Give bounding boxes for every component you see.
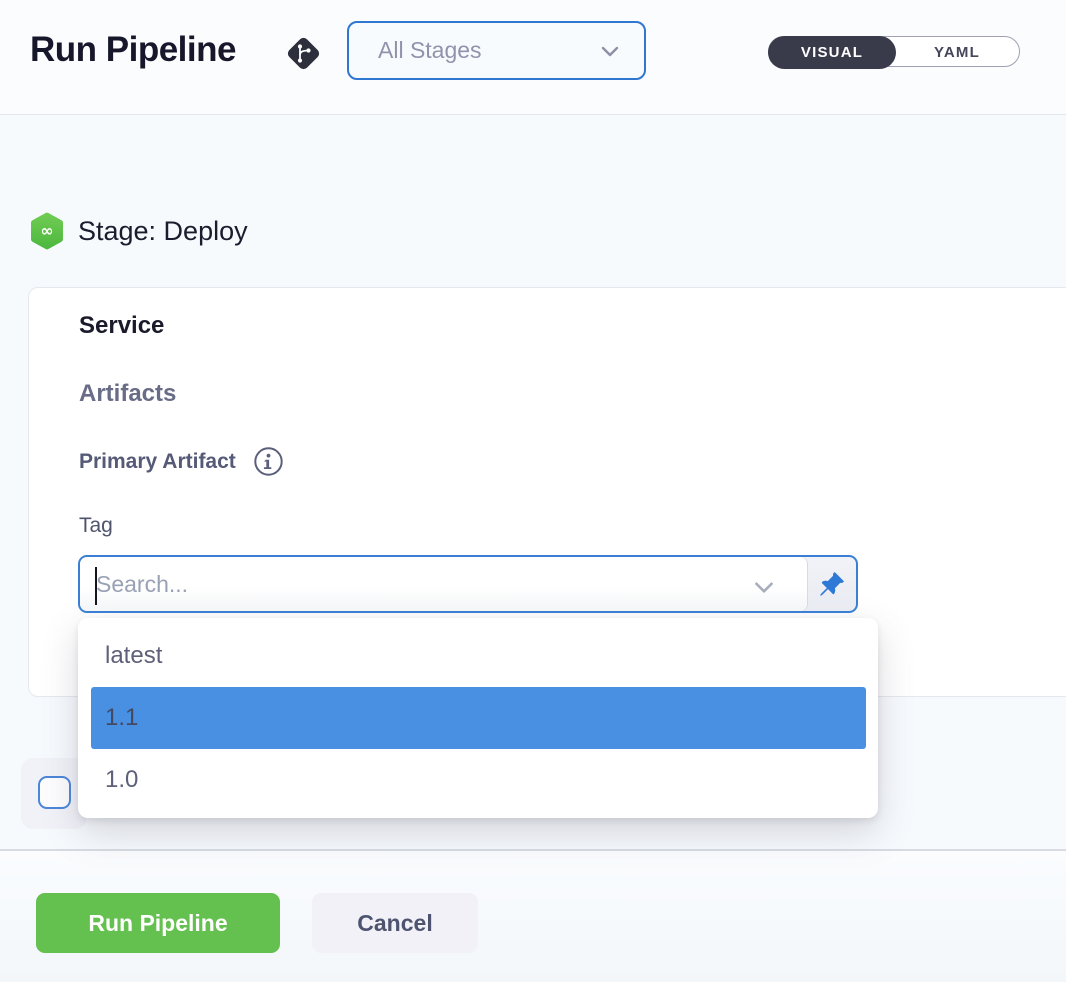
run-pipeline-button[interactable]: Run Pipeline xyxy=(36,893,280,953)
info-icon[interactable] xyxy=(253,446,284,477)
toggle-visual[interactable]: VISUAL xyxy=(768,36,896,69)
run-pipeline-dialog: Run Pipeline All Stages VISUAL YAML xyxy=(0,0,1066,982)
cd-stage-icon: ∞ xyxy=(30,212,64,250)
tag-option-1-1[interactable]: 1.1 xyxy=(91,687,866,749)
svg-text:∞: ∞ xyxy=(40,221,53,240)
primary-artifact-label: Primary Artifact xyxy=(79,450,236,474)
cancel-button[interactable]: Cancel xyxy=(312,893,478,953)
tag-combobox xyxy=(78,555,858,613)
stage-scope-value: All Stages xyxy=(378,37,598,64)
tag-search-field[interactable] xyxy=(80,557,807,611)
visual-yaml-toggle: VISUAL YAML xyxy=(768,36,1020,67)
tag-option-1-0[interactable]: 1.0 xyxy=(78,749,878,811)
tag-options-menu: latest 1.1 1.0 xyxy=(78,618,878,818)
preflight-checkbox[interactable] xyxy=(38,776,71,809)
stage-label: Stage: Deploy xyxy=(78,216,248,247)
git-branch-icon xyxy=(283,33,323,73)
tag-field-label: Tag xyxy=(79,514,113,538)
dialog-header: Run Pipeline All Stages VISUAL YAML xyxy=(0,0,1066,115)
service-heading: Service xyxy=(79,312,164,340)
tag-search-input[interactable] xyxy=(96,557,736,611)
pin-button[interactable] xyxy=(807,557,856,611)
toggle-yaml[interactable]: YAML xyxy=(895,37,1019,68)
footer-divider xyxy=(0,849,1066,851)
text-cursor xyxy=(95,567,97,605)
artifacts-heading: Artifacts xyxy=(79,380,176,408)
chevron-down-icon[interactable] xyxy=(751,574,777,600)
tag-option-latest[interactable]: latest xyxy=(78,625,878,687)
stage-row: ∞ Stage: Deploy xyxy=(30,212,248,250)
primary-artifact-row: Primary Artifact xyxy=(79,446,284,477)
stage-scope-select[interactable]: All Stages xyxy=(347,21,646,80)
chevron-down-icon xyxy=(598,39,622,63)
page-title: Run Pipeline xyxy=(30,30,236,70)
pin-icon xyxy=(818,571,845,598)
dialog-footer: Run Pipeline Cancel xyxy=(0,851,1066,982)
